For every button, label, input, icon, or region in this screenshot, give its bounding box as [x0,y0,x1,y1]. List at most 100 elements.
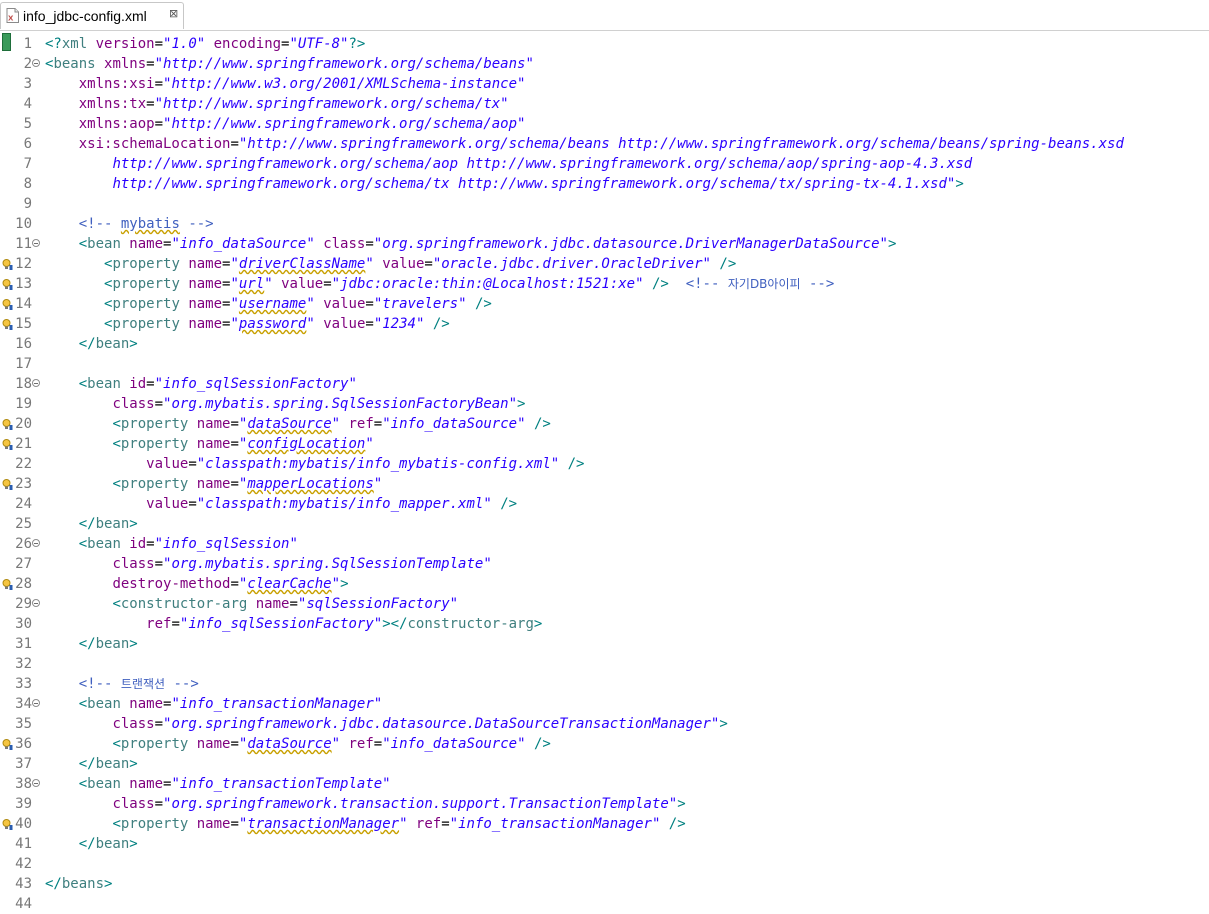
code-token: = [154,396,164,412]
fold-toggle-icon[interactable] [32,539,40,547]
code-token: > [517,396,526,412]
code-token: </ [45,876,62,892]
code-line[interactable]: 37 </bean> [0,754,1209,774]
code-line[interactable]: 33 <!-- 트랜잭션 --> [0,674,1209,694]
code-token: = [146,56,155,72]
warning-icon[interactable] [2,579,13,590]
code-line[interactable]: 16 </bean> [0,334,1209,354]
warning-icon[interactable] [2,279,13,290]
editor-tab[interactable]: X info_jdbc-config.xml ⊠ [0,2,184,29]
code-token: "classpath:mybatis/info_mybatis-config.x… [196,456,560,472]
code-token: name [188,816,231,832]
code-token: = [154,556,164,572]
code-token: "info_dataSource" [171,236,315,252]
code-token: = [424,256,433,272]
code-token: < [78,536,88,552]
warning-icon[interactable] [2,299,13,310]
code-line[interactable]: 32 [0,654,1209,674]
code-line[interactable]: 26 <bean id="info_sqlSession" [0,534,1209,554]
code-line[interactable]: 9 [0,194,1209,214]
code-text: class="org.mybatis.spring.SqlSessionFact… [45,394,525,414]
fold-toggle-icon[interactable] [32,239,40,247]
code-token: = [230,436,239,452]
code-line[interactable]: 31 </bean> [0,634,1209,654]
warning-icon[interactable] [2,479,13,490]
code-line[interactable]: 14 <property name="username" value="trav… [0,294,1209,314]
warning-icon[interactable] [2,319,13,330]
code-line[interactable]: 22 value="classpath:mybatis/info_mybatis… [0,454,1209,474]
code-token: dataSource [247,416,332,432]
code-line[interactable]: 30 ref="info_sqlSessionFactory"></constr… [0,614,1209,634]
code-line[interactable]: 28 destroy-method="clearCache"> [0,574,1209,594]
warning-icon[interactable] [2,739,13,750]
code-line[interactable]: 13 <property name="url" value="jdbc:orac… [0,274,1209,294]
code-line[interactable]: 2 <beans xmlns="http://www.springframewor… [0,54,1209,74]
code-token: "info_dataSource" [382,416,526,432]
code-line[interactable]: 6 xsi:schemaLocation="http://www.springf… [0,134,1209,154]
warning-icon[interactable] [2,819,13,830]
code-line[interactable]: 4 xmlns:tx="http://www.springframework.o… [0,94,1209,114]
fold-toggle-icon[interactable] [32,379,40,387]
close-tab-icon[interactable]: ⊠ [169,7,178,20]
fold-toggle-icon[interactable] [32,699,40,707]
code-token: = [373,736,383,752]
code-line[interactable]: 35 class="org.springframework.jdbc.datas… [0,714,1209,734]
code-line[interactable]: 27 class="org.mybatis.spring.SqlSessionT… [0,554,1209,574]
code-line[interactable]: 3 xmlns:xsi="http://www.w3.org/2001/XMLS… [0,74,1209,94]
code-line[interactable]: 5 xmlns:aop="http://www.springframework.… [0,114,1209,134]
code-token: " [331,416,341,432]
code-line[interactable]: 29 <constructor-arg name="sqlSessionFact… [0,594,1209,614]
code-line[interactable]: 40 <property name="transactionManager" r… [0,814,1209,834]
code-line[interactable]: 8 http://www.springframework.org/schema/… [0,174,1209,194]
warning-icon[interactable] [2,439,13,450]
code-token: name [120,776,164,792]
code-line[interactable]: 1 <?xml version="1.0" encoding="UTF-8"?> [0,34,1209,54]
code-line[interactable]: 12 <property name="driverClassName" valu… [0,254,1209,274]
fold-toggle-icon[interactable] [32,779,40,787]
code-line[interactable]: 21 <property name="configLocation" [0,434,1209,454]
code-token: bean [87,776,121,792]
code-token: /> [525,736,551,752]
code-line[interactable]: 15 <property name="password" value="1234… [0,314,1209,334]
code-line[interactable]: 18 <bean id="info_sqlSessionFactory" [0,374,1209,394]
code-token: " [264,276,273,292]
code-token: "travelers" [373,296,467,312]
code-line[interactable]: 44 [0,894,1209,914]
code-editor[interactable]: 1 <?xml version="1.0" encoding="UTF-8"?> 2… [0,31,1209,912]
code-line[interactable]: 20 <property name="dataSource" ref="info… [0,414,1209,434]
code-token: ?> [348,36,366,52]
code-line[interactable]: 10 <!-- mybatis --> [0,214,1209,234]
code-text: xmlns:aop="http://www.springframework.or… [45,114,526,134]
code-token: property [120,476,189,492]
code-line[interactable]: 42 [0,854,1209,874]
code-token: </ [78,516,96,532]
code-line[interactable]: 41 </bean> [0,834,1209,854]
code-token: < [112,476,121,492]
code-token: = [441,816,450,832]
code-line[interactable]: 11 <bean name="info_dataSource" class="o… [0,234,1209,254]
code-line[interactable]: 19 class="org.mybatis.spring.SqlSessionF… [0,394,1209,414]
line-number: 6 [23,136,32,152]
warning-icon[interactable] [2,419,13,430]
code-text: <bean name="info_transactionTemplate" [45,774,391,794]
code-token: value [314,316,366,332]
warning-icon[interactable] [2,259,13,270]
code-line[interactable]: 7 http://www.springframework.org/schema/… [0,154,1209,174]
code-line[interactable]: 34 <bean name="info_transactionManager" [0,694,1209,714]
line-number: 9 [23,196,32,212]
code-token: bean [95,516,130,532]
code-line[interactable]: 39 class="org.springframework.transactio… [0,794,1209,814]
code-line[interactable]: 24 value="classpath:mybatis/info_mapper.… [0,494,1209,514]
code-line[interactable]: 25 </bean> [0,514,1209,534]
fold-toggle-icon[interactable] [32,59,40,67]
code-line[interactable]: 43 </beans> [0,874,1209,894]
code-line[interactable]: 38 <bean name="info_transactionTemplate" [0,774,1209,794]
code-line[interactable]: 23 <property name="mapperLocations" [0,474,1209,494]
code-token: /> [660,816,686,832]
code-token: ref [340,416,374,432]
fold-toggle-icon[interactable] [32,599,40,607]
code-line[interactable]: 36 <property name="dataSource" ref="info… [0,734,1209,754]
code-token: < [78,776,88,792]
code-text: class="org.springframework.transaction.s… [45,794,685,814]
code-line[interactable]: 17 [0,354,1209,374]
